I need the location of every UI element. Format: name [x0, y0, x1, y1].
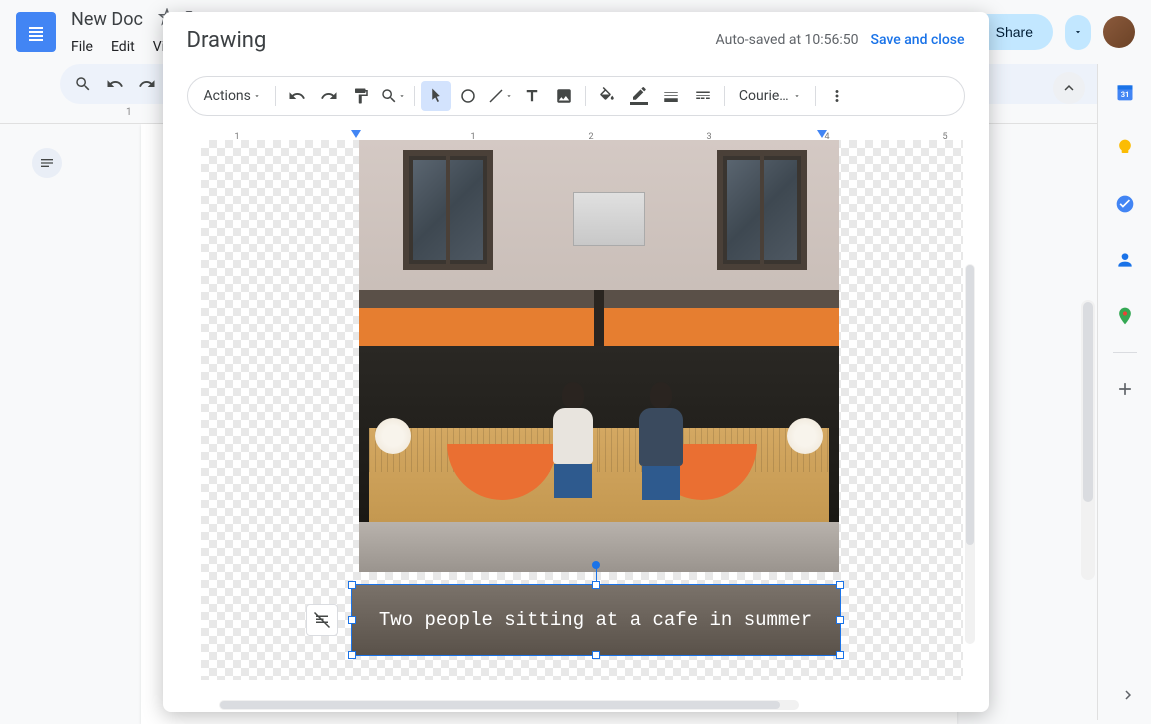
- toolbar-separator: [724, 86, 725, 106]
- lamp-left: [375, 418, 411, 454]
- scrollbar-thumb[interactable]: [220, 701, 780, 709]
- scrollbar-thumb[interactable]: [966, 265, 974, 545]
- resize-handle-ne[interactable]: [836, 581, 844, 589]
- border-color-icon[interactable]: [624, 81, 654, 111]
- shape-tool-icon[interactable]: [453, 81, 483, 111]
- resize-handle-e[interactable]: [836, 616, 844, 624]
- actions-menu[interactable]: Actions: [196, 81, 269, 111]
- resize-handle-w[interactable]: [348, 616, 356, 624]
- drawing-modal: Drawing Auto-saved at 10:56:50 Save and …: [163, 12, 989, 712]
- paint-format-icon[interactable]: [346, 81, 376, 111]
- font-select[interactable]: Courie…: [731, 81, 809, 111]
- modal-backdrop: Drawing Auto-saved at 10:56:50 Save and …: [0, 0, 1151, 720]
- resize-handle-n[interactable]: [592, 581, 600, 589]
- caption-textbox[interactable]: Two people sitting at a cafe in summer: [351, 584, 841, 656]
- drawing-canvas[interactable]: Two people sitting at a cafe in summer: [201, 140, 963, 680]
- image-tool-icon[interactable]: [549, 81, 579, 111]
- canvas-horizontal-scrollbar[interactable]: [219, 700, 799, 710]
- canvas-wrapper: 1 1 2 3 4 5: [163, 124, 989, 712]
- table-left: [447, 444, 557, 516]
- undo-icon[interactable]: [282, 81, 312, 111]
- textbox-content[interactable]: Two people sitting at a cafe in summer: [379, 607, 812, 634]
- redo-icon[interactable]: [314, 81, 344, 111]
- font-label: Courie…: [739, 88, 789, 104]
- modal-title: Drawing: [187, 28, 704, 53]
- person-right: [637, 382, 685, 498]
- resize-handle-s[interactable]: [592, 651, 600, 659]
- person-left: [549, 382, 597, 498]
- canvas-ruler-horizontal[interactable]: 1 1 2 3 4 5: [187, 130, 965, 140]
- save-and-close-button[interactable]: Save and close: [871, 32, 965, 48]
- drawing-toolbar: Actions: [187, 76, 965, 116]
- toolbar-separator: [585, 86, 586, 106]
- awning: [359, 290, 839, 346]
- textbox-tool-icon[interactable]: [517, 81, 547, 111]
- rotate-handle[interactable]: [592, 561, 600, 569]
- toolbar-separator: [414, 86, 415, 106]
- ac-unit: [573, 192, 645, 246]
- canvas-vertical-scrollbar[interactable]: [965, 264, 975, 644]
- storefront: [359, 346, 839, 522]
- select-tool-icon[interactable]: [421, 81, 451, 111]
- border-dash-icon[interactable]: [688, 81, 718, 111]
- fill-color-icon[interactable]: [592, 81, 622, 111]
- actions-label: Actions: [204, 88, 251, 104]
- more-icon[interactable]: [822, 81, 852, 111]
- cafe-image[interactable]: [359, 140, 839, 572]
- building-wall: [359, 140, 839, 300]
- toolbar-separator: [275, 86, 276, 106]
- resize-handle-sw[interactable]: [348, 651, 356, 659]
- resize-handle-se[interactable]: [836, 651, 844, 659]
- autosave-status: Auto-saved at 10:56:50: [716, 32, 859, 48]
- line-tool-icon[interactable]: [485, 81, 515, 111]
- modal-header: Drawing Auto-saved at 10:56:50 Save and …: [163, 12, 989, 68]
- border-weight-icon[interactable]: [656, 81, 686, 111]
- lamp-right: [787, 418, 823, 454]
- zoom-icon[interactable]: [378, 81, 408, 111]
- ruler-indent-left-icon[interactable]: [351, 130, 361, 138]
- toolbar-separator: [815, 86, 816, 106]
- window-right: [717, 150, 807, 270]
- resize-handle-nw[interactable]: [348, 581, 356, 589]
- window-left: [403, 150, 493, 270]
- text-wrap-button[interactable]: [306, 604, 338, 636]
